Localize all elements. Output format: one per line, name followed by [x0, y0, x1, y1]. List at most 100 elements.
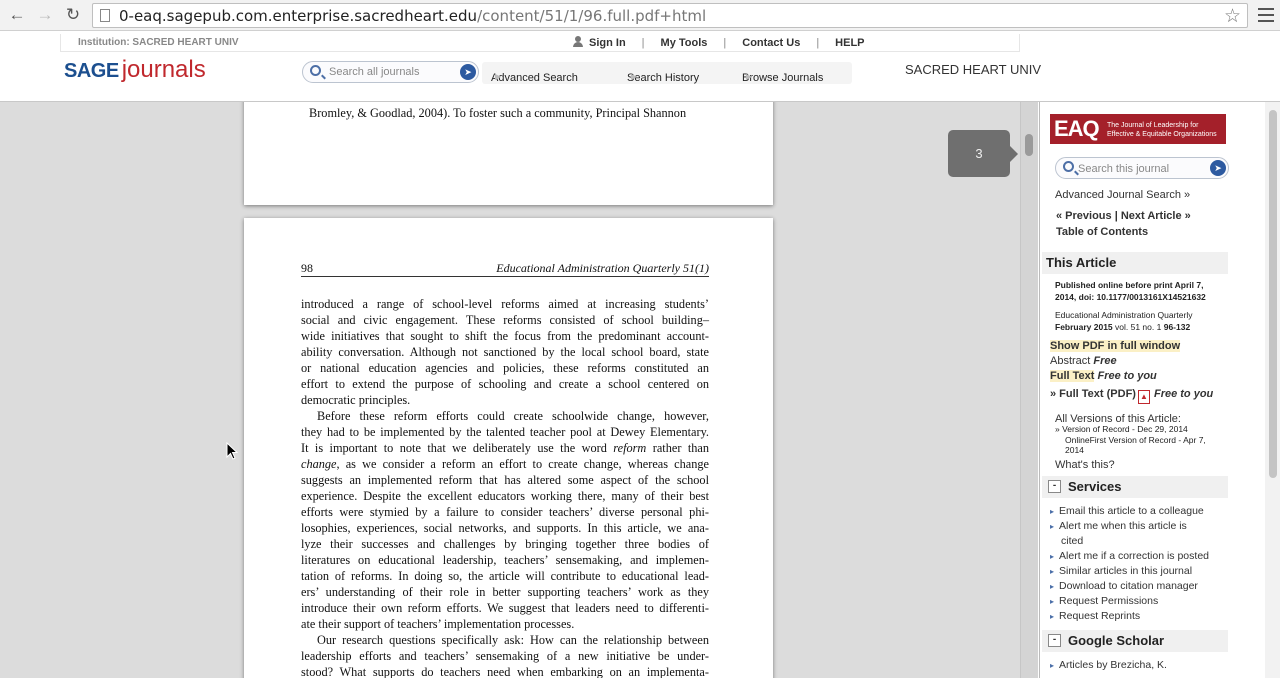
pdf-text-line: leadership efforts and teachers’ sensema…	[301, 649, 709, 663]
browser-toolbar: ← → ↻ 0-eaq.sagepub.com.enterprise.sacre…	[0, 0, 1280, 31]
help-link[interactable]: HELP	[835, 37, 864, 49]
search-placeholder: Search all journals	[329, 66, 420, 78]
chevron-right-icon: ▶	[631, 72, 638, 81]
viewer-scrollbar[interactable]	[1020, 102, 1038, 678]
pdf-text-line: It is important to note that we delibera…	[301, 441, 709, 455]
pdf-text-line: lyze their successes and challenges by b…	[301, 537, 709, 551]
service-link[interactable]: cited	[1061, 535, 1083, 547]
institution-name: SACRED HEART UNIV	[905, 62, 1042, 77]
collapse-icon[interactable]: -	[1048, 480, 1061, 493]
whats-this-link[interactable]: What's this?	[1055, 459, 1115, 471]
advanced-journal-search-link[interactable]: Advanced Journal Search »	[1055, 189, 1190, 201]
service-link[interactable]: ▸ Request Reprints	[1050, 610, 1140, 622]
version-of-record-link[interactable]: » Version of Record - Dec 29, 2014	[1055, 424, 1188, 435]
search-all-journals-input[interactable]: Search all journals ➤	[302, 61, 479, 83]
service-link[interactable]: ▸ Download to citation manager	[1050, 580, 1198, 592]
search-go-button[interactable]: ➤	[460, 64, 476, 80]
pdf-text-line: change, as we consider a reform an effor…	[301, 457, 709, 471]
sign-in-link[interactable]: Sign In	[589, 37, 626, 49]
google-scholar-header[interactable]: - Google Scholar	[1042, 630, 1228, 652]
viewer-scroll-thumb[interactable]	[1025, 134, 1033, 156]
back-icon[interactable]: ←	[6, 4, 28, 26]
pdf-text-line: experience. Despite the excellent educat…	[301, 489, 709, 503]
url-path: /content/51/1/96.full.pdf+html	[477, 7, 707, 25]
onlinefirst-version-link[interactable]: OnlineFirst Version of Record - Apr 7,	[1065, 435, 1206, 446]
eaq-journal-logo[interactable]: EAQ The Journal of Leadership for Effecti…	[1050, 114, 1226, 144]
pdf-text-line: ate their support of teachers’ implement…	[301, 617, 575, 631]
eaq-logo-subtitle: The Journal of Leadership for Effective &…	[1107, 122, 1217, 138]
url-host: 0-eaq.sagepub.com.enterprise.sacredheart…	[119, 7, 478, 25]
sage-journals-logo[interactable]: SAGE journals	[64, 56, 206, 84]
pdf-text-line: democratic principles.	[301, 393, 411, 407]
url-text[interactable]: 0-eaq.sagepub.com.enterprise.sacredheart…	[119, 7, 706, 25]
pdf-icon: ▲	[1137, 390, 1150, 404]
abstract-link[interactable]: Abstract Free	[1050, 355, 1117, 367]
service-link[interactable]: ▸ Similar articles in this journal	[1050, 565, 1192, 577]
service-link[interactable]: ▸ Email this article to a colleague	[1050, 505, 1204, 517]
table-of-contents-link[interactable]: Table of Contents	[1056, 226, 1148, 238]
page-number: 98	[301, 261, 313, 275]
service-link[interactable]: ▸ Alert me if a correction is posted	[1050, 550, 1209, 562]
site-header: Institution: SACRED HEART UNIV Sign In | M…	[0, 31, 1280, 102]
bullet-arrow-icon: ▸	[1050, 522, 1055, 531]
bookmark-star-icon[interactable]: ☆	[1224, 5, 1241, 28]
logo-sage: SAGE	[64, 60, 119, 82]
my-tools-link[interactable]: My Tools	[661, 37, 708, 49]
next-article-link[interactable]: Next Article »	[1121, 210, 1191, 222]
search-journal-go-button[interactable]: ➤	[1210, 160, 1226, 176]
pdf-text-line: stood? What supports do teachers need wh…	[301, 665, 709, 678]
services-header[interactable]: - Services	[1042, 476, 1228, 498]
bullet-arrow-icon: ▸	[1050, 567, 1055, 576]
person-icon	[573, 36, 583, 47]
sidebar-scroll-thumb[interactable]	[1269, 110, 1277, 478]
page-number-badge: 3	[948, 130, 1018, 177]
utility-bar: Institution: SACRED HEART UNIV Sign In | M…	[60, 34, 1020, 52]
bullet-arrow-icon: ▸	[1050, 597, 1055, 606]
search-journal-placeholder: Search this journal	[1078, 163, 1170, 175]
chevron-right-icon: ▶	[746, 72, 753, 81]
page-icon	[100, 9, 110, 22]
browser-menu-icon[interactable]	[1258, 4, 1274, 26]
pdf-text-line: ers’ understanding of their role in bett…	[301, 585, 709, 599]
logo-journals: journals	[121, 56, 206, 83]
address-bar[interactable]: 0-eaq.sagepub.com.enterprise.sacredheart…	[92, 3, 1248, 28]
pdf-text-line: Our research questions specifically ask:…	[317, 633, 709, 647]
pdf-text-line: or national education agencies and polic…	[301, 361, 709, 375]
eaq-logo-text: EAQ	[1054, 116, 1100, 141]
pdf-text-line: introduced a range of school-level refor…	[301, 297, 709, 311]
journal-running-head: Educational Administration Quarterly 51(…	[496, 261, 709, 275]
scholar-link[interactable]: ▸ Articles by Brezicha, K.	[1050, 659, 1167, 671]
pdf-text-line: introduce their own reform efforts. We s…	[301, 601, 709, 615]
pdf-text-line: effort to extend the purpose of schoolin…	[301, 377, 709, 391]
pdf-text-line: wide initiatives that sought to shift th…	[301, 329, 709, 343]
service-link[interactable]: ▸ Alert me when this article is	[1050, 520, 1187, 532]
pdf-text-line: ability conversation. Although not sanct…	[301, 345, 709, 359]
collapse-icon[interactable]: -	[1048, 634, 1061, 647]
pdf-page-previous: Bromley, & Goodlad, 2004). To foster suc…	[244, 102, 773, 205]
search-journal-input[interactable]: Search this journal ➤	[1055, 157, 1229, 179]
article-sidebar: EAQ The Journal of Leadership for Effecti…	[1039, 102, 1280, 678]
this-article-header: This Article	[1042, 252, 1228, 274]
pdf-text-line: Bromley, & Goodlad, 2004). To foster suc…	[309, 106, 687, 120]
pdf-viewer[interactable]: Bromley, & Goodlad, 2004). To foster suc…	[0, 102, 1038, 678]
search-icon	[1063, 161, 1074, 172]
pdf-text-line: Before these reform efforts could create…	[317, 409, 709, 423]
journal-name: Educational Administration Quarterly	[1055, 310, 1193, 320]
bullet-arrow-icon: ▸	[1050, 582, 1055, 591]
forward-icon[interactable]: →	[34, 4, 56, 26]
contact-us-link[interactable]: Contact Us	[742, 37, 800, 49]
reload-icon[interactable]: ↻	[62, 4, 84, 26]
published-line-1: Published online before print April 7,	[1055, 280, 1204, 290]
bullet-arrow-icon: ▸	[1050, 552, 1055, 561]
pdf-text-line: literatures on educational leadership, t…	[301, 553, 709, 567]
header-menu: Advanced Search ▶ Search History ▶ Browse …	[482, 62, 852, 84]
full-text-pdf-link[interactable]: » Full Text (PDF) ▲ Free to you	[1050, 388, 1213, 404]
sidebar-scrollbar[interactable]	[1265, 102, 1280, 678]
pdf-text-line: tation of reforms. In doing so, the arti…	[301, 569, 709, 583]
service-link[interactable]: ▸ Request Permissions	[1050, 595, 1158, 607]
issue-line: February 2015 vol. 51 no. 1 96-132	[1055, 322, 1191, 332]
full-text-link[interactable]: Full Text Free to you	[1050, 370, 1157, 382]
show-pdf-full-window-link[interactable]: Show PDF in full window	[1050, 340, 1181, 352]
pdf-text-line: they had to be implemented by the talent…	[301, 425, 709, 439]
previous-article-link[interactable]: « Previous	[1056, 210, 1112, 222]
